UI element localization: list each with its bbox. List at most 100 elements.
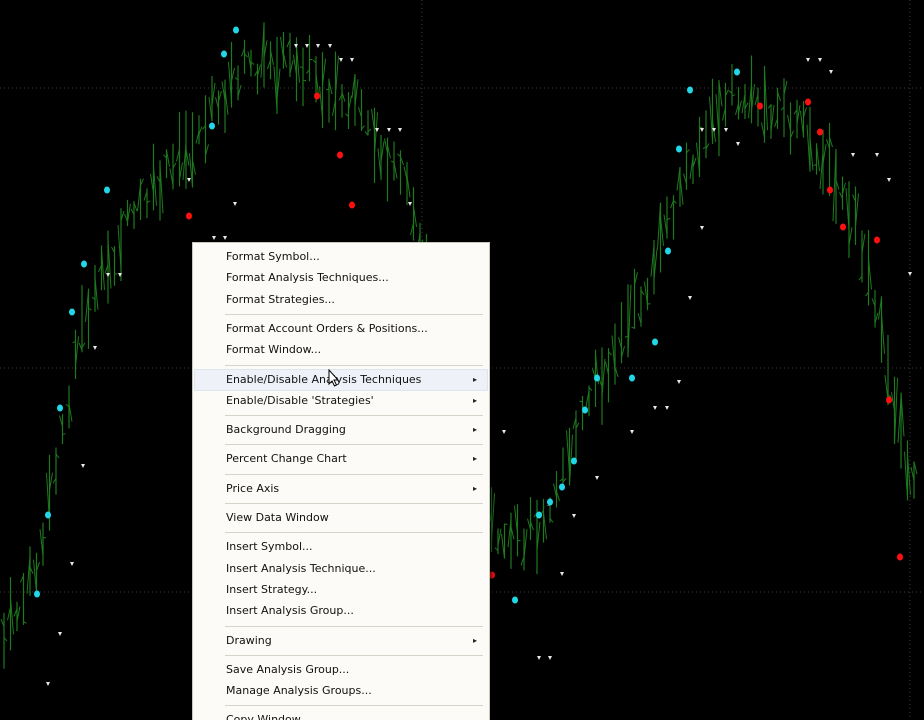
menu-item-enable-disable-analysis-techniques[interactable]: Enable/Disable Analysis Techniques ▸ [194, 368, 488, 391]
menu-item-label: Format Window... [226, 343, 322, 357]
red-marker [874, 236, 880, 244]
white-marker [700, 226, 704, 230]
red-marker [337, 151, 343, 159]
menu-item-background-dragging[interactable]: Background Dragging ▸ [195, 420, 487, 440]
white-marker [829, 70, 833, 74]
menu-separator [225, 444, 483, 446]
submenu-arrow-icon: ▸ [472, 483, 477, 493]
white-marker [58, 632, 62, 636]
white-marker [806, 58, 810, 62]
cyan-marker [676, 145, 682, 153]
white-marker [572, 514, 576, 518]
red-marker [349, 201, 355, 209]
menu-item-insert-analysis-group[interactable]: Insert Analysis Group... [195, 601, 487, 621]
menu-item-label: Format Symbol... [226, 250, 320, 263]
menu-separator [225, 313, 483, 315]
red-marker [827, 186, 833, 194]
menu-separator [225, 625, 483, 627]
menu-item-label: Price Axis [226, 481, 280, 495]
cyan-marker [559, 483, 565, 491]
red-marker [314, 92, 320, 100]
cyan-marker [734, 68, 740, 76]
white-marker [700, 128, 704, 132]
cyan-marker [665, 247, 671, 255]
menu-item-manage-analysis-groups[interactable]: Manage Analysis Groups... [195, 681, 487, 701]
cyan-marker [81, 260, 87, 268]
red-marker [897, 553, 903, 561]
menu-item-label: Save Analysis Group... [226, 662, 350, 676]
menu-separator [225, 532, 483, 534]
mouse-cursor-icon [328, 369, 340, 387]
menu-item-percent-change-chart[interactable]: Percent Change Chart ▸ [195, 449, 487, 469]
menu-item-label: Percent Change Chart [226, 452, 347, 466]
menu-item-view-data-window[interactable]: View Data Window [195, 508, 487, 528]
cyan-marker [104, 186, 110, 194]
submenu-arrow-icon: ▸ [472, 395, 477, 405]
menu-item-label: View Data Window [226, 511, 329, 524]
white-marker [294, 44, 298, 48]
white-marker [851, 153, 855, 157]
menu-item-format-symbol[interactable]: Format Symbol... [195, 247, 487, 267]
cyan-marker [652, 338, 658, 346]
menu-item-label: Background Dragging [226, 423, 346, 437]
red-marker [817, 128, 823, 136]
submenu-arrow-icon: ▸ [472, 454, 477, 464]
price-bar-tick [302, 79, 307, 82]
cyan-marker [233, 26, 239, 34]
white-marker [212, 236, 216, 240]
menu-item-copy-window[interactable]: Copy Window [195, 710, 487, 720]
menu-item-format-account-orders-positions[interactable]: Format Account Orders & Positions... [195, 319, 487, 339]
white-marker [908, 272, 912, 276]
cyan-marker [34, 590, 40, 598]
white-marker [223, 236, 227, 240]
price-chart-window[interactable]: Format Symbol... Format Analysis Techniqu… [0, 0, 924, 720]
menu-item-label: Insert Analysis Group... [226, 604, 354, 618]
white-marker [398, 128, 402, 132]
white-marker [665, 406, 669, 410]
cyan-marker [571, 457, 577, 465]
menu-item-label: Manage Analysis Groups... [226, 684, 372, 698]
red-marker [886, 396, 892, 404]
white-marker [387, 128, 391, 132]
menu-item-save-analysis-group[interactable]: Save Analysis Group... [195, 660, 487, 680]
menu-separator [225, 415, 483, 417]
menu-item-insert-strategy[interactable]: Insert Strategy... [195, 580, 487, 600]
white-marker [537, 656, 541, 660]
white-marker [408, 202, 412, 206]
white-marker [724, 128, 728, 132]
menu-item-label: Format Analysis Techniques... [226, 271, 389, 285]
white-marker [630, 430, 634, 434]
submenu-arrow-icon: ▸ [472, 374, 477, 384]
chart-context-menu[interactable]: Format Symbol... Format Analysis Techniqu… [192, 242, 490, 720]
cyan-marker [221, 50, 227, 58]
menu-item-label: Enable/Disable 'Strategies' [226, 393, 374, 407]
cyan-marker [687, 86, 693, 94]
white-marker [548, 656, 552, 660]
menu-item-label: Enable/Disable Analysis Techniques [226, 372, 422, 386]
menu-item-format-analysis-techniques[interactable]: Format Analysis Techniques... [195, 268, 487, 288]
white-marker [187, 178, 191, 182]
menu-item-format-strategies[interactable]: Format Strategies... [195, 290, 487, 310]
menu-item-price-axis[interactable]: Price Axis ▸ [195, 479, 487, 499]
white-marker [328, 44, 332, 48]
menu-item-label: Copy Window [226, 713, 301, 720]
menu-item-label: Format Strategies... [226, 292, 335, 306]
cyan-marker [582, 406, 588, 414]
menu-item-insert-analysis-technique[interactable]: Insert Analysis Technique... [195, 559, 487, 579]
menu-item-insert-symbol[interactable]: Insert Symbol... [195, 537, 487, 557]
white-marker [375, 128, 379, 132]
white-marker [70, 562, 74, 566]
menu-separator [225, 503, 483, 504]
menu-item-format-window[interactable]: Format Window... [195, 340, 487, 360]
cyan-marker [45, 511, 51, 519]
menu-item-drawing[interactable]: Drawing ▸ [195, 631, 487, 651]
red-marker [805, 98, 811, 106]
white-marker [688, 296, 692, 300]
menu-separator [225, 705, 483, 707]
cyan-marker [512, 596, 518, 604]
menu-separator [225, 654, 483, 656]
menu-item-enable-disable-strategies[interactable]: Enable/Disable 'Strategies' ▸ [195, 391, 487, 411]
white-marker [677, 380, 681, 384]
cyan-marker [629, 374, 635, 382]
menu-item-label: Format Account Orders & Positions... [226, 321, 428, 335]
